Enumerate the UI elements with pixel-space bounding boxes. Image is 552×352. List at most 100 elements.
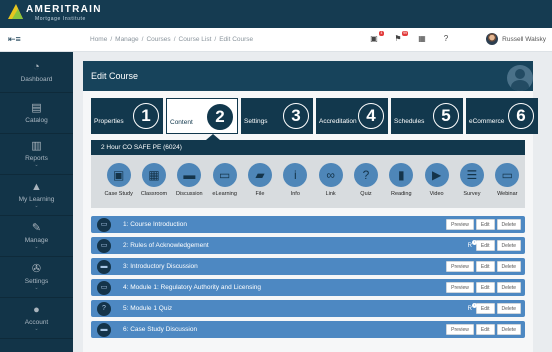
tab-label: Properties <box>94 118 124 125</box>
delete-button[interactable]: Delete <box>496 324 521 335</box>
required-flag: Ri <box>468 239 477 249</box>
brand-name: AMERITRAIN <box>26 4 102 15</box>
content-type-label: Survey <box>463 191 481 197</box>
sidebar-item-account[interactable]: ● Account ⌄ <box>0 298 73 339</box>
user-silhouette-icon <box>507 65 533 91</box>
chevron-down-icon: ⌄ <box>34 325 39 332</box>
tab-properties[interactable]: Properties 1 <box>91 98 163 134</box>
item-type-icon: ▭ <box>97 217 111 232</box>
add-reading-button[interactable]: ▮ Reading <box>384 163 419 208</box>
content-item-row[interactable]: ? 5: Module 1 Quiz Ri Edit Delete <box>91 300 525 317</box>
classroom-icon: ▦ <box>141 163 166 187</box>
add-classroom-button[interactable]: ▦ Classroom <box>136 163 171 208</box>
delete-button[interactable]: Delete <box>496 261 521 272</box>
sidebar-item-my-learning[interactable]: ▲ My Learning ⌄ <box>0 175 73 216</box>
tab-schedules[interactable]: Schedules 5 <box>391 98 463 134</box>
edit-button[interactable]: Edit <box>475 240 495 251</box>
sidebar-item-manage[interactable]: ✎ Manage ⌄ <box>0 216 73 257</box>
reports-icon: ▥ <box>31 139 42 152</box>
edit-course-panel: Edit Course Properties 1 Content 2 Setti… <box>83 61 538 352</box>
quiz-icon: ? <box>353 163 378 187</box>
item-title: 5: Module 1 Quiz <box>123 305 173 312</box>
tab-number: 2 <box>207 104 233 130</box>
sidebar-item-dashboard[interactable]: ◔ Dashboard <box>0 52 73 93</box>
sidebar-item-label: Reports <box>25 154 48 162</box>
tab-content[interactable]: Content 2 <box>166 98 238 134</box>
help-icon[interactable]: ? <box>440 33 452 45</box>
content-item-row[interactable]: ▬ 6: Case Study Discussion Preview Edit … <box>91 321 525 338</box>
add-video-button[interactable]: ▶ Video <box>419 163 454 208</box>
edit-button[interactable]: Edit <box>475 324 495 335</box>
item-title: 2: Rules of Acknowledgement <box>123 242 209 249</box>
content-type-label: Video <box>429 191 444 197</box>
content-item-row[interactable]: ▬ 3: Introductory Discussion Preview Edi… <box>91 258 525 275</box>
sidebar-item-label: My Learning <box>18 195 55 203</box>
bell-icon[interactable]: ▣ 4 <box>368 31 384 45</box>
tab-number: 1 <box>133 103 159 129</box>
content-type-label: Discussion <box>176 191 203 197</box>
preview-button[interactable]: Preview <box>446 282 474 293</box>
breadcrumb-course-list[interactable]: Course List <box>179 36 212 43</box>
panel-header: Edit Course <box>83 61 533 91</box>
delete-button[interactable]: Delete <box>496 282 521 293</box>
add-quiz-button[interactable]: ? Quiz <box>348 163 383 208</box>
content-item-row[interactable]: ▭ 2: Rules of Acknowledgement Ri Edit De… <box>91 237 525 254</box>
case-study-icon: ▣ <box>106 163 131 187</box>
add-info-button[interactable]: i Info <box>278 163 313 208</box>
breadcrumb-courses[interactable]: Courses <box>146 36 170 43</box>
chevron-down-icon: ⌄ <box>34 243 39 250</box>
item-type-icon: ▭ <box>97 280 111 295</box>
preview-button[interactable]: Preview <box>446 324 474 335</box>
add-webinar-button[interactable]: ▭ Webinar <box>490 163 525 208</box>
chevron-down-icon: ⌄ <box>34 161 39 168</box>
add-elearning-button[interactable]: ▭ eLearning <box>207 163 242 208</box>
sidebar-item-reports[interactable]: ▥ Reports ⌄ <box>0 134 73 175</box>
edit-button[interactable]: Edit <box>475 261 495 272</box>
info-icon: i <box>283 163 308 187</box>
sidebar-item-label: Account <box>24 318 49 326</box>
sidebar-item-catalog[interactable]: ▤ Catalog <box>0 93 73 134</box>
preview-button[interactable]: Preview <box>446 261 474 272</box>
tab-label: Settings <box>244 118 268 125</box>
add-survey-button[interactable]: ☰ Survey <box>454 163 489 208</box>
brand-logo[interactable]: AMERITRAIN Mortgage Institute <box>8 4 102 22</box>
menu-toggle-icon[interactable]: ⇤≡ <box>8 34 21 45</box>
edit-button[interactable]: Edit <box>475 282 495 293</box>
tab-label: Schedules <box>394 118 425 125</box>
logo-mark-icon <box>8 4 23 19</box>
flag-icon[interactable]: ⚑ 99 <box>392 31 408 45</box>
delete-button[interactable]: Delete <box>496 219 521 230</box>
content-item-row[interactable]: ▭ 1: Course Introduction Preview Edit De… <box>91 216 525 233</box>
sidebar-item-settings[interactable]: ✇ Settings ⌄ <box>0 257 73 298</box>
laptop-icon: ▭ <box>212 163 237 187</box>
add-file-button[interactable]: ▰ File <box>242 163 277 208</box>
course-title-bar: 2 Hour CO SAFE PE (6024) <box>91 140 525 155</box>
breadcrumb-manage[interactable]: Manage <box>115 36 139 43</box>
required-flag: Ri <box>468 302 477 312</box>
edit-button[interactable]: Edit <box>475 303 495 314</box>
wizard-tabs: Properties 1 Content 2 Settings 3 Accred… <box>91 98 538 134</box>
delete-button[interactable]: Delete <box>496 303 521 314</box>
add-case-study-button[interactable]: ▣ Case Study <box>101 163 136 208</box>
delete-button[interactable]: Delete <box>496 240 521 251</box>
catalog-icon: ▤ <box>31 101 42 114</box>
add-discussion-button[interactable]: ▬ Discussion <box>172 163 207 208</box>
inbox-icon[interactable]: ▦ <box>416 33 428 45</box>
edit-button[interactable]: Edit <box>475 219 495 230</box>
tab-number: 4 <box>358 103 384 129</box>
content-item-row[interactable]: ▭ 4: Module 1: Regulatory Authority and … <box>91 279 525 296</box>
add-link-button[interactable]: ∞ Link <box>313 163 348 208</box>
item-type-icon: ? <box>97 301 111 316</box>
item-title: 3: Introductory Discussion <box>123 263 198 270</box>
user-menu[interactable]: Russell Walsky <box>486 33 546 45</box>
preview-button[interactable]: Preview <box>446 219 474 230</box>
tab-ecommerce[interactable]: eCommerce 6 <box>466 98 538 134</box>
tab-accreditation[interactable]: Accreditation 4 <box>316 98 388 134</box>
tab-label: Content <box>170 119 193 126</box>
link-icon: ∞ <box>318 163 343 187</box>
tab-settings[interactable]: Settings 3 <box>241 98 313 134</box>
content-type-label: File <box>255 191 265 197</box>
breadcrumb-home[interactable]: Home <box>90 36 107 43</box>
flag-badge: 99 <box>402 31 408 36</box>
header-icons: ▣ 4 ⚑ 99 ▦ ? <box>368 31 452 45</box>
